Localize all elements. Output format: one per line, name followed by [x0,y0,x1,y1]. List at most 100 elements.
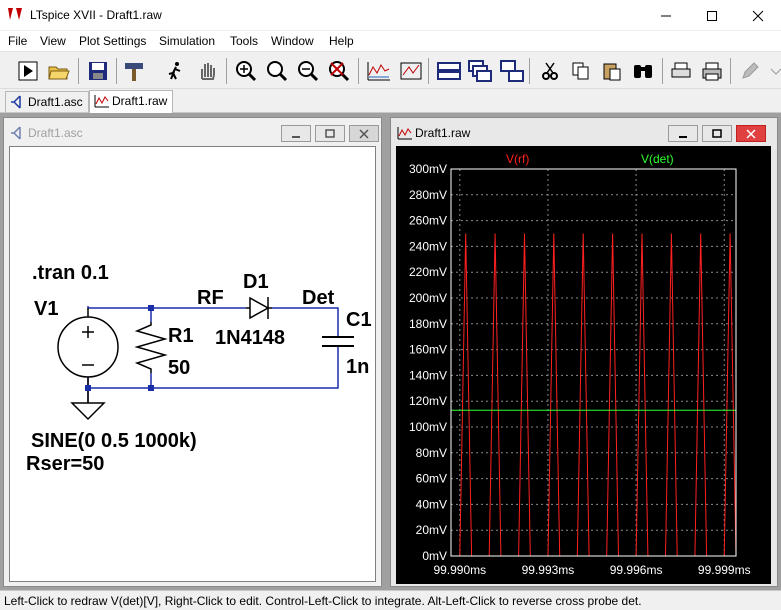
net-label-det[interactable]: Det [302,287,334,310]
d1-model-label[interactable]: 1N4148 [215,327,285,350]
zoom-in-button[interactable] [264,59,290,83]
document-tab-bar: Draft1.asc Draft1.raw [0,89,781,113]
v1-value-line2-label[interactable]: Rser=50 [26,453,104,476]
binoculars-icon [634,65,652,78]
c1-value-label[interactable]: 1n [346,356,369,379]
zoom-out-button[interactable] [295,59,321,83]
x-tick-label: 99.993ms [522,563,575,577]
tile-vertical-button[interactable] [499,59,525,83]
status-bar: Left-Click to redraw V(det)[V], Right-Cl… [0,590,781,610]
maximize-button[interactable] [689,0,735,31]
minimize-icon [292,135,300,138]
mdi-workspace: Draft1.asc .tran 0.1 V1 SINE(0 0.5 1000k… [0,113,781,590]
x-tick-label: 99.996ms [610,563,663,577]
menu-file[interactable]: File [8,34,27,48]
y-tick-label: 80mV [416,446,447,460]
hammer-icon [125,63,143,81]
menu-help[interactable]: Help [329,34,354,48]
menu-tools[interactable]: Tools [230,34,258,48]
r1-name-label[interactable]: R1 [168,325,194,348]
edit-text-button[interactable] [737,59,763,83]
sim-directive-label[interactable]: .tran 0.1 [32,262,109,285]
zoom-fit-button[interactable] [326,59,352,83]
open-button[interactable] [46,59,72,83]
pan-button[interactable] [194,59,220,83]
d1-name-label[interactable]: D1 [243,271,269,294]
trace-label-vdet[interactable]: V(det) [641,152,674,166]
close-button[interactable] [735,0,781,31]
y-tick-label: 40mV [416,497,447,511]
toolbar-separator [662,58,663,84]
tab-draft1-raw[interactable]: Draft1.raw [89,90,173,113]
plot-pane[interactable]: 0mV 20mV 40mV 60mV 80mV 100mV 120mV 140mV 160mV 1… [396,146,771,584]
toolbar-separator [428,58,429,84]
maximize-icon [712,128,722,138]
waveform-maximize-button[interactable] [702,125,732,142]
toolbar-separator [730,58,731,84]
r1-value-label[interactable]: 50 [168,357,190,380]
maximize-icon [325,128,335,138]
minimize-icon [661,15,671,16]
save-button[interactable] [85,59,111,83]
print-preview-button[interactable] [668,59,694,83]
schematic-window: Draft1.asc .tran 0.1 V1 SINE(0 0.5 1000k… [3,117,382,587]
y-tick-label: 60mV [416,472,447,486]
minimize-button[interactable] [643,0,689,31]
close-icon [359,128,369,139]
autorange-button[interactable] [366,59,392,83]
tile-horizontal-icon [437,62,461,80]
waveform-tab-icon [94,95,109,108]
schematic-close-button[interactable] [349,125,379,142]
waveform-plot[interactable]: 0mV 20mV 40mV 60mV 80mV 100mV 120mV 140mV 160mV 1… [396,146,771,584]
schematic-window-titlebar[interactable]: Draft1.asc [4,118,381,146]
zoom-area-button[interactable] [233,59,259,83]
find-button[interactable] [630,59,656,83]
waveform-close-button[interactable] [736,125,766,142]
waveform-window-titlebar[interactable]: Draft1.raw [391,118,777,146]
y-tick-label: 20mV [416,523,447,537]
paste-button[interactable] [599,59,625,83]
print-preview-icon [671,62,691,78]
x-tick-label: 99.990ms [433,563,486,577]
schematic-canvas[interactable]: .tran 0.1 V1 SINE(0 0.5 1000k) Rser=50 R… [9,146,376,582]
menu-plot-settings[interactable]: Plot Settings [79,34,146,48]
pick-trace-button[interactable] [398,59,424,83]
close-icon [746,128,756,139]
cut-button[interactable] [537,59,563,83]
resistor-r1 [134,322,168,373]
running-man-icon [168,62,181,80]
pencil-icon [742,62,759,79]
toolbar-overflow-button[interactable] [763,59,781,83]
y-tick-label: 260mV [409,214,447,228]
cascade-button[interactable] [467,59,493,83]
waveform-window: Draft1.raw 0mV 20mV 40mV 60mV 80mV 100mV 120mV… [390,117,778,587]
print-button[interactable] [699,59,725,83]
control-panel-button[interactable] [121,59,147,83]
menu-view[interactable]: View [40,34,66,48]
copy-button[interactable] [568,59,594,83]
scissors-icon [542,62,558,80]
tab-draft1-asc[interactable]: Draft1.asc [5,91,89,112]
junction-ground [85,385,91,391]
tile-horizontal-button[interactable] [436,59,462,83]
tab-label: Draft1.raw [112,94,168,108]
zoom-area-icon [236,61,257,82]
plot-pick-icon [400,62,422,80]
schematic-maximize-button[interactable] [315,125,345,142]
v1-value-line1-label[interactable]: SINE(0 0.5 1000k) [31,430,197,453]
net-label-rf[interactable]: RF [197,287,224,310]
title-bar: LTspice XVII - Draft1.raw [0,0,781,31]
c1-name-label[interactable]: C1 [346,309,372,332]
v1-name-label[interactable]: V1 [34,298,58,321]
menu-window[interactable]: Window [271,34,314,48]
menu-simulation[interactable]: Simulation [159,34,215,48]
junction-rf-top [148,305,154,311]
wire-v1-top [87,306,151,309]
toolbar-separator [78,58,79,84]
halt-button[interactable] [162,59,188,83]
waveform-window-icon [397,127,412,140]
trace-label-vrf[interactable]: V(rf) [506,152,529,166]
schematic-minimize-button[interactable] [281,125,311,142]
run-button[interactable] [15,59,41,83]
waveform-minimize-button[interactable] [668,125,698,142]
